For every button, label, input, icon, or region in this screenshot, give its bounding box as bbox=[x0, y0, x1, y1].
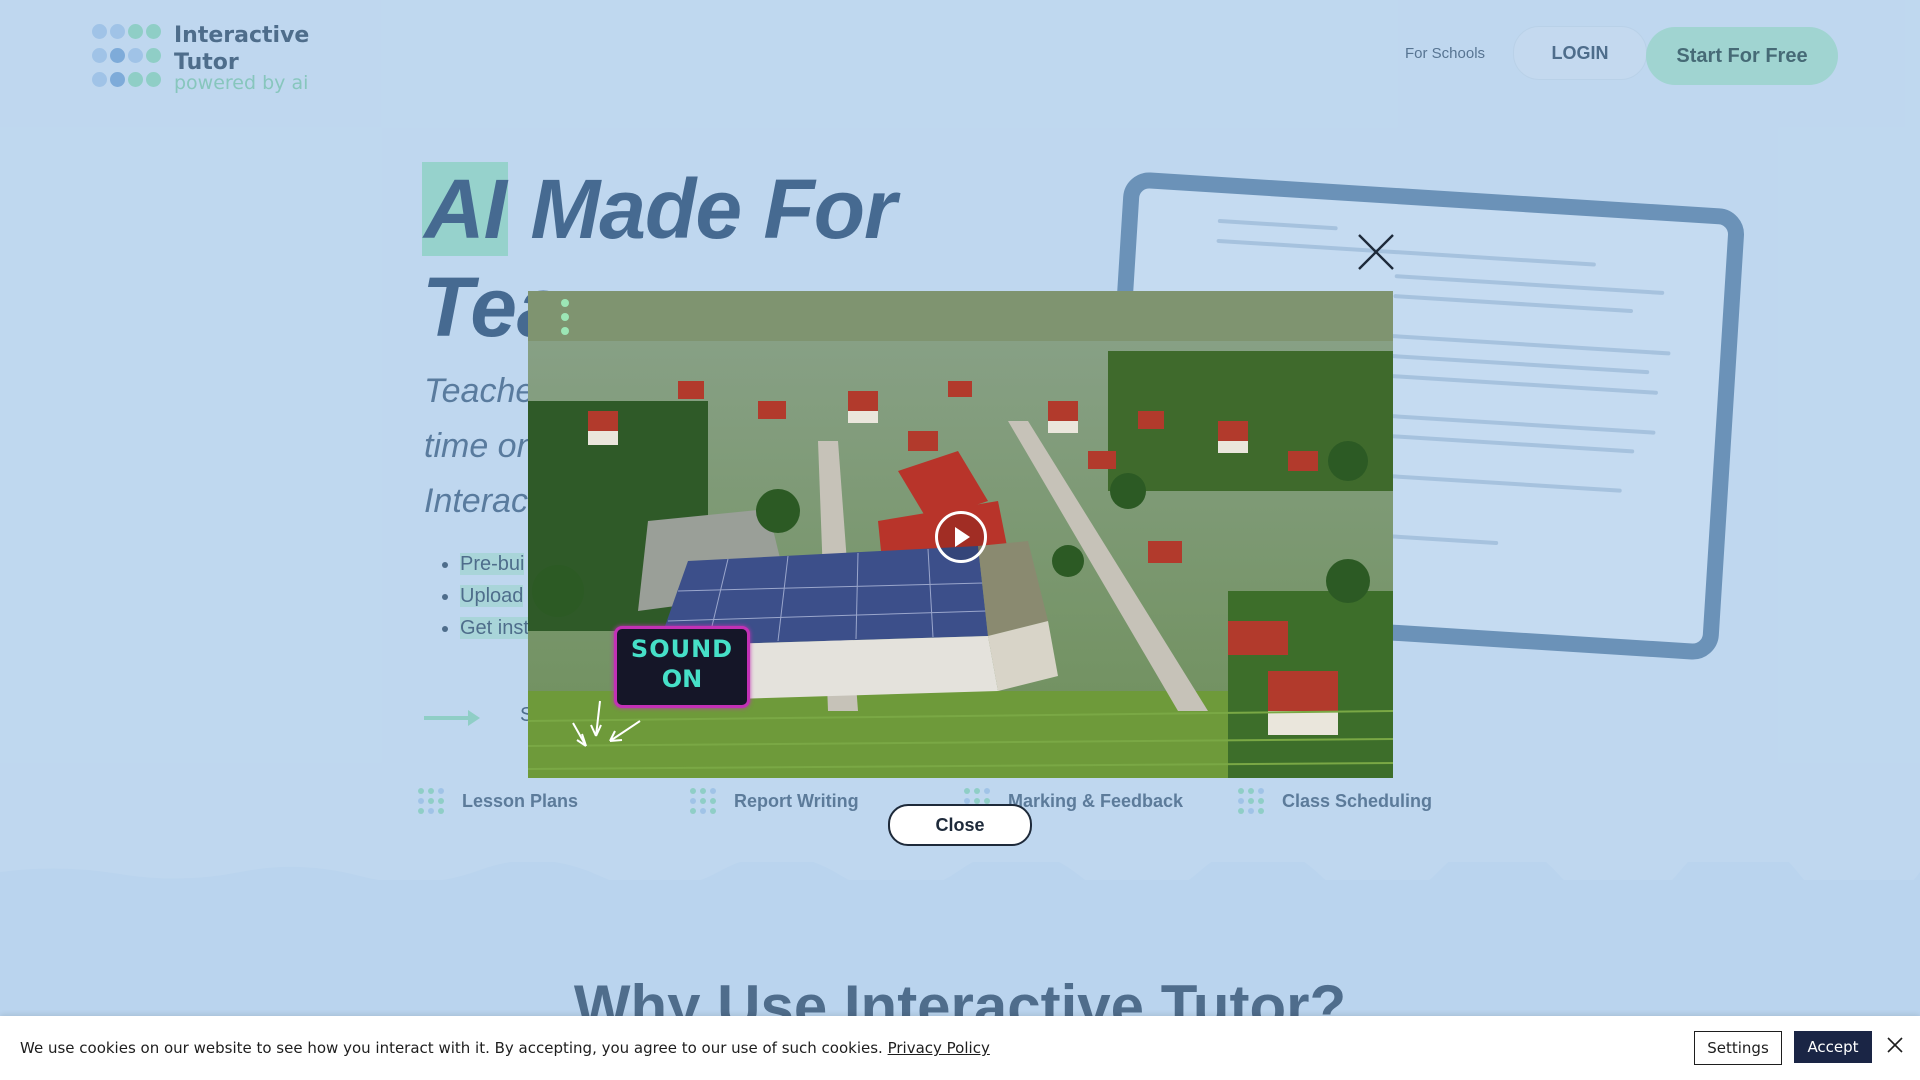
privacy-policy-link[interactable]: Privacy Policy bbox=[888, 1039, 990, 1057]
video-menu-dots-icon bbox=[561, 299, 571, 339]
play-icon[interactable] bbox=[935, 511, 987, 563]
close-icon[interactable] bbox=[1886, 1036, 1904, 1054]
close-icon[interactable] bbox=[1356, 232, 1396, 272]
close-modal-button[interactable]: Close bbox=[888, 804, 1032, 846]
cookie-message: We use cookies on our website to see how… bbox=[20, 1039, 990, 1057]
sound-sign-line1: SOUND bbox=[630, 635, 734, 663]
video-player[interactable]: SOUND ON bbox=[528, 291, 1393, 778]
sound-on-sign: SOUND ON bbox=[614, 626, 750, 708]
cookie-banner: We use cookies on our website to see how… bbox=[0, 1016, 1920, 1080]
cookie-settings-button[interactable]: Settings bbox=[1694, 1031, 1782, 1065]
sound-sign-line2: ON bbox=[661, 665, 703, 693]
cookie-message-text: We use cookies on our website to see how… bbox=[20, 1039, 883, 1057]
cookie-accept-button[interactable]: Accept bbox=[1794, 1031, 1872, 1063]
